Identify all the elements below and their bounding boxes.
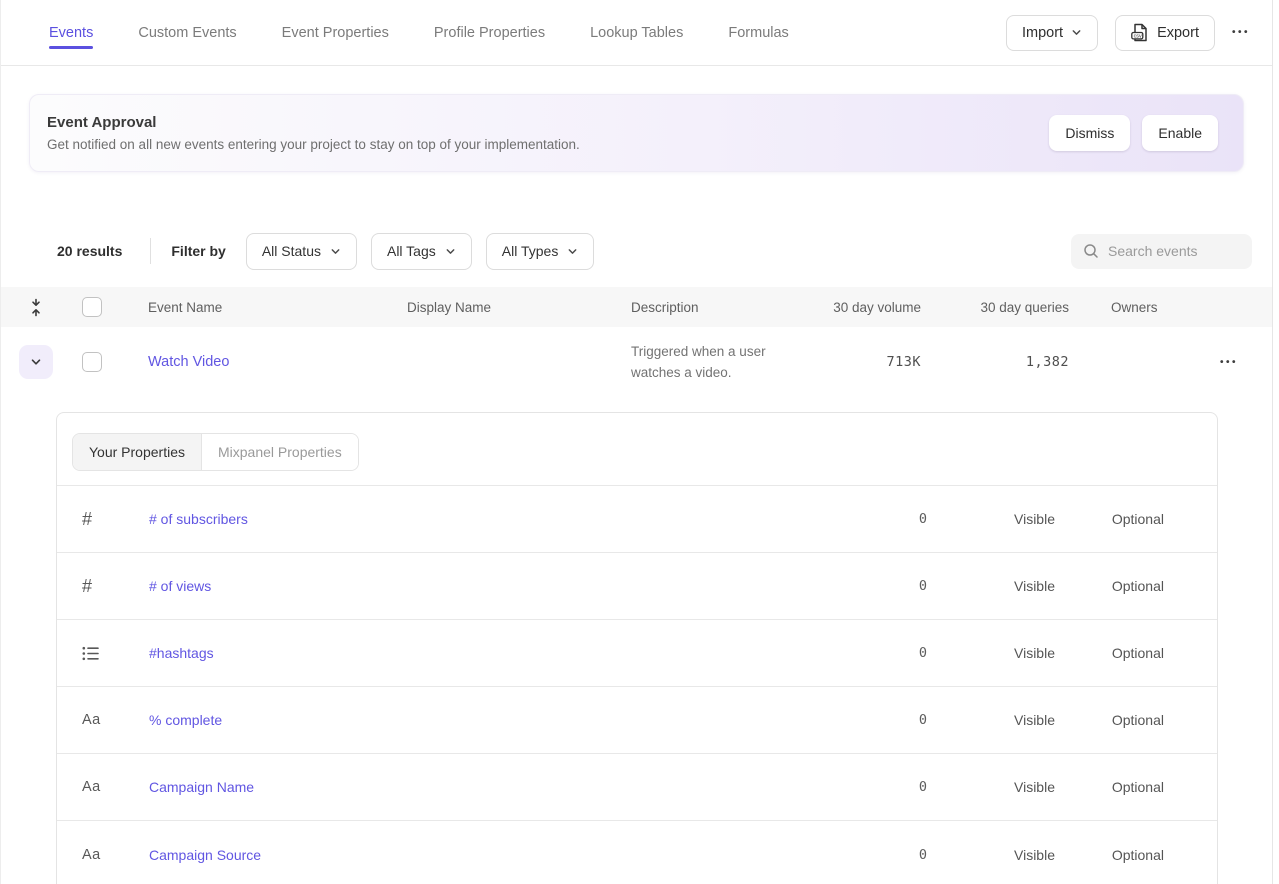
svg-text:csv: csv bbox=[1134, 33, 1142, 39]
csv-file-icon: csv bbox=[1131, 23, 1149, 42]
column-queries: 30 day queries bbox=[921, 300, 1069, 315]
export-button-label: Export bbox=[1157, 25, 1199, 41]
nav-tabs: Events Custom Events Event Properties Pr… bbox=[49, 3, 1006, 62]
text-type-icon: Aa bbox=[82, 779, 149, 795]
property-name-link[interactable]: Campaign Name bbox=[149, 779, 835, 795]
property-requirement[interactable]: Optional bbox=[1055, 578, 1164, 594]
property-requirement[interactable]: Optional bbox=[1055, 511, 1164, 527]
event-row: Watch Video Triggered when a user watche… bbox=[1, 327, 1272, 397]
top-nav: Events Custom Events Event Properties Pr… bbox=[1, 0, 1272, 66]
tab-mixpanel-properties[interactable]: Mixpanel Properties bbox=[202, 434, 358, 470]
tab-custom-events[interactable]: Custom Events bbox=[138, 3, 236, 62]
banner-actions: Dismiss Enable bbox=[1049, 115, 1218, 151]
property-name-link[interactable]: # of subscribers bbox=[149, 511, 835, 527]
event-name-link[interactable]: Watch Video bbox=[148, 354, 229, 370]
lexicon-page: Events Custom Events Event Properties Pr… bbox=[0, 0, 1273, 884]
tab-lookup-tables[interactable]: Lookup Tables bbox=[590, 3, 683, 62]
event-description: Triggered when a user watches a video. bbox=[631, 328, 821, 396]
property-row: #hashtags 0 Visible Optional bbox=[57, 620, 1217, 687]
list-type-icon bbox=[82, 646, 149, 661]
tags-filter-dropdown[interactable]: All Tags bbox=[371, 233, 472, 270]
event-volume: 713K bbox=[821, 354, 921, 370]
import-button[interactable]: Import bbox=[1006, 15, 1098, 51]
property-row: Aa Campaign Name 0 Visible Optional bbox=[57, 754, 1217, 821]
property-row: Aa Campaign Source 0 Visible Optional bbox=[57, 821, 1217, 884]
chevron-down-icon bbox=[445, 246, 456, 257]
results-count: 20 results bbox=[57, 243, 122, 259]
import-button-label: Import bbox=[1022, 25, 1063, 41]
text-type-icon: Aa bbox=[82, 847, 149, 863]
column-owners: Owners bbox=[1069, 300, 1196, 315]
filter-bar: 20 results Filter by All Status All Tags… bbox=[57, 232, 1252, 270]
types-filter-dropdown[interactable]: All Types bbox=[486, 233, 595, 270]
dismiss-button[interactable]: Dismiss bbox=[1049, 115, 1130, 151]
property-value: 0 bbox=[835, 847, 927, 863]
properties-tabs: Your Properties Mixpanel Properties bbox=[57, 413, 1217, 486]
status-filter-dropdown[interactable]: All Status bbox=[246, 233, 357, 270]
chevron-down-icon bbox=[1071, 27, 1082, 38]
property-value: 0 bbox=[835, 511, 927, 527]
property-requirement[interactable]: Optional bbox=[1055, 779, 1164, 795]
banner-title: Event Approval bbox=[47, 114, 1049, 131]
property-name-link[interactable]: #hashtags bbox=[149, 645, 835, 661]
property-row: # # of views 0 Visible Optional bbox=[57, 553, 1217, 620]
property-visibility[interactable]: Visible bbox=[927, 645, 1055, 661]
property-name-link[interactable]: % complete bbox=[149, 712, 835, 728]
number-type-icon: # bbox=[82, 509, 149, 530]
collapse-row-chevron-icon[interactable] bbox=[19, 345, 53, 379]
property-visibility[interactable]: Visible bbox=[927, 847, 1055, 863]
property-requirement[interactable]: Optional bbox=[1055, 645, 1164, 661]
property-visibility[interactable]: Visible bbox=[927, 712, 1055, 728]
tab-event-properties[interactable]: Event Properties bbox=[282, 3, 389, 62]
property-value: 0 bbox=[835, 712, 927, 728]
nav-actions: Import csv Export ••• bbox=[1006, 15, 1250, 51]
property-visibility[interactable]: Visible bbox=[927, 511, 1055, 527]
banner-description: Get notified on all new events entering … bbox=[47, 137, 1049, 152]
property-row: # # of subscribers 0 Visible Optional bbox=[57, 486, 1217, 553]
property-row: Aa % complete 0 Visible Optional bbox=[57, 687, 1217, 754]
collapse-all-icon[interactable] bbox=[19, 290, 53, 324]
tab-profile-properties[interactable]: Profile Properties bbox=[434, 3, 545, 62]
search-box bbox=[1071, 234, 1252, 269]
properties-panel: Your Properties Mixpanel Properties # # … bbox=[56, 412, 1218, 884]
types-filter-label: All Types bbox=[502, 243, 559, 259]
tab-events[interactable]: Events bbox=[49, 3, 93, 62]
chevron-down-icon bbox=[330, 246, 341, 257]
property-requirement[interactable]: Optional bbox=[1055, 847, 1164, 863]
column-description: Description bbox=[631, 300, 821, 315]
property-requirement[interactable]: Optional bbox=[1055, 712, 1164, 728]
chevron-down-icon bbox=[567, 246, 578, 257]
property-name-link[interactable]: # of views bbox=[149, 578, 835, 594]
status-filter-label: All Status bbox=[262, 243, 321, 259]
property-value: 0 bbox=[835, 578, 927, 594]
tab-your-properties[interactable]: Your Properties bbox=[73, 434, 202, 470]
events-table-header: Event Name Display Name Description 30 d… bbox=[1, 287, 1272, 327]
number-type-icon: # bbox=[82, 576, 149, 597]
property-visibility[interactable]: Visible bbox=[927, 578, 1055, 594]
banner-text: Event Approval Get notified on all new e… bbox=[47, 114, 1049, 152]
tags-filter-label: All Tags bbox=[387, 243, 436, 259]
row-checkbox[interactable] bbox=[82, 352, 102, 372]
event-queries: 1,382 bbox=[921, 354, 1069, 370]
export-button[interactable]: csv Export bbox=[1115, 15, 1215, 51]
property-visibility[interactable]: Visible bbox=[927, 779, 1055, 795]
tab-formulas[interactable]: Formulas bbox=[728, 3, 788, 62]
column-event-name: Event Name bbox=[148, 300, 407, 315]
property-value: 0 bbox=[835, 645, 927, 661]
properties-tab-group: Your Properties Mixpanel Properties bbox=[72, 433, 359, 471]
property-name-link[interactable]: Campaign Source bbox=[149, 847, 835, 863]
divider bbox=[150, 238, 151, 264]
column-volume: 30 day volume bbox=[821, 300, 921, 315]
property-value: 0 bbox=[835, 779, 927, 795]
enable-button[interactable]: Enable bbox=[1142, 115, 1218, 151]
column-display-name: Display Name bbox=[407, 300, 631, 315]
search-icon bbox=[1083, 243, 1099, 259]
text-type-icon: Aa bbox=[82, 712, 149, 728]
select-all-checkbox[interactable] bbox=[82, 297, 102, 317]
row-more-menu-icon[interactable]: ••• bbox=[1220, 357, 1238, 368]
more-menu-icon[interactable]: ••• bbox=[1232, 27, 1250, 38]
search-input[interactable] bbox=[1108, 243, 1238, 259]
event-approval-banner: Event Approval Get notified on all new e… bbox=[29, 94, 1244, 172]
filter-by-label: Filter by bbox=[171, 243, 225, 259]
